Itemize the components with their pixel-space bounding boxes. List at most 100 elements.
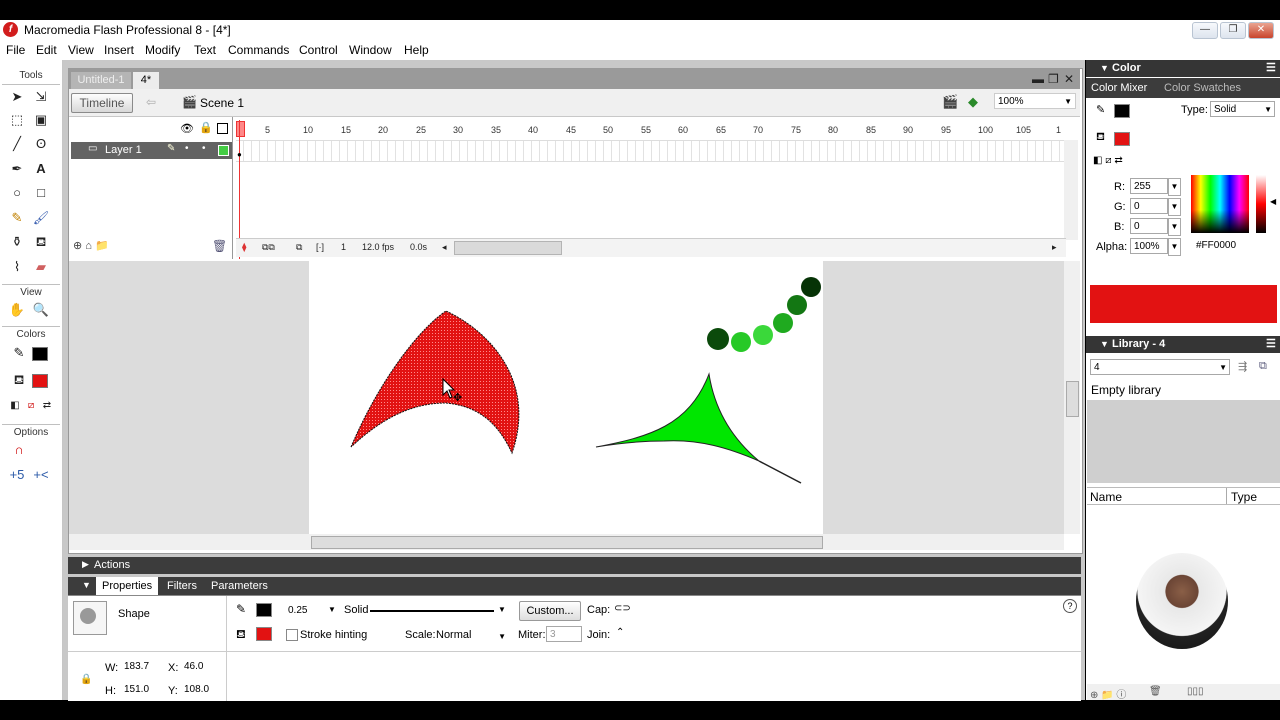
stroke-style-select[interactable]: Solid ▼ xyxy=(344,604,508,618)
frame-track[interactable] xyxy=(236,140,1066,162)
eraser-icon[interactable]: ▰ xyxy=(32,258,50,276)
subselection-tool-icon[interactable]: ⇲ xyxy=(32,88,50,106)
gradient-dot[interactable] xyxy=(787,295,807,315)
gradient-dot[interactable] xyxy=(707,328,729,350)
pin-library-icon[interactable]: ⇶ xyxy=(1238,360,1247,373)
tab-untitled-1[interactable]: Untitled-1 xyxy=(71,72,131,89)
line-tool-icon[interactable]: ╱ xyxy=(8,135,26,153)
gradient-dot[interactable] xyxy=(773,313,793,333)
gradient-dot[interactable] xyxy=(731,332,751,352)
actions-panel-header[interactable]: ▶ Actions xyxy=(68,557,1081,574)
straighten-icon[interactable]: +< xyxy=(32,466,50,484)
lasso-tool-icon[interactable]: ʘ xyxy=(32,135,50,153)
outline-icon[interactable] xyxy=(217,123,228,134)
unlocked-dot-icon[interactable]: • xyxy=(202,143,206,154)
scroll-right-icon[interactable]: ▸ xyxy=(1052,242,1057,253)
playhead-marker[interactable] xyxy=(236,121,245,137)
chevron-down-icon[interactable]: ▼ xyxy=(1168,198,1181,216)
timeline-hscroll-thumb[interactable] xyxy=(454,241,562,255)
stage-hscroll[interactable] xyxy=(69,534,1064,550)
doc-minimize-icon[interactable]: ▬ xyxy=(1032,72,1044,86)
delete-layer-icon[interactable]: 🗑 xyxy=(212,239,227,253)
maximize-button[interactable]: ❐ xyxy=(1220,22,1246,39)
chevron-down-icon[interactable]: ▼ xyxy=(328,605,336,614)
tab-filters[interactable]: Filters xyxy=(167,580,197,592)
menu-window[interactable]: Window xyxy=(349,43,392,57)
custom-button[interactable]: Custom... xyxy=(519,601,581,621)
tab-color-swatches[interactable]: Color Swatches xyxy=(1164,82,1241,94)
menu-commands[interactable]: Commands xyxy=(228,43,289,57)
color-tool-icons[interactable]: ◧ ⧄ ⇄ xyxy=(1093,155,1123,166)
menu-modify[interactable]: Modify xyxy=(145,43,180,57)
show-hide-eye-icon[interactable]: 👁 xyxy=(180,122,194,135)
alpha-field[interactable]: 100% xyxy=(1130,238,1168,254)
menu-insert[interactable]: Insert xyxy=(104,43,134,57)
stroke-height-field[interactable]: 0.25 xyxy=(284,602,332,618)
gradient-dot[interactable] xyxy=(801,277,821,297)
insert-layer-icon[interactable]: ⊕ ⌂ 📁 xyxy=(73,239,109,252)
stroke-color-swatch[interactable] xyxy=(1114,104,1130,118)
stage-vscroll-thumb[interactable] xyxy=(1066,381,1079,417)
green-curved-triangle-shape[interactable] xyxy=(595,372,760,462)
g-field[interactable]: 0 xyxy=(1130,198,1168,214)
library-select[interactable]: 4 ▼ xyxy=(1090,359,1230,375)
snap-magnet-icon[interactable]: ∩ xyxy=(10,441,28,459)
eyedropper-icon[interactable]: ⌇ xyxy=(8,258,26,276)
new-library-panel-icon[interactable]: ⧉ xyxy=(1259,360,1267,373)
timeline-vscroll[interactable] xyxy=(1064,140,1078,240)
paint-bucket-icon[interactable]: ⛾ xyxy=(32,233,50,251)
menu-control[interactable]: Control xyxy=(299,43,338,57)
timeline-toggle-button[interactable]: Timeline xyxy=(71,93,133,113)
gradient-dot[interactable] xyxy=(753,325,773,345)
library-panel-header[interactable]: ▼ Library - 4 ☰ xyxy=(1086,336,1280,353)
zoom-select[interactable]: 100% ▼ xyxy=(994,93,1076,109)
tab-4[interactable]: 4* xyxy=(133,72,159,89)
collapse-arrow-icon[interactable]: ▼ xyxy=(82,580,91,590)
fill-color-swatch[interactable] xyxy=(32,374,48,388)
miter-field[interactable]: 3 xyxy=(546,626,582,642)
stage-hscroll-thumb[interactable] xyxy=(311,536,823,549)
selection-tool-icon[interactable]: ➤ xyxy=(8,88,26,106)
hand-tool-icon[interactable]: ✋ xyxy=(8,301,26,319)
visible-dot-icon[interactable]: • xyxy=(185,143,189,154)
color-panel-header[interactable]: ▼ Color ☰ xyxy=(1086,60,1280,77)
scroll-left-icon[interactable]: ◂ xyxy=(442,242,447,253)
panel-options-icon[interactable]: ☰ xyxy=(1266,61,1276,74)
edit-scene-icon[interactable]: 🎬 xyxy=(942,94,958,110)
x-field[interactable]: 46.0 xyxy=(180,658,222,674)
brush-tool-icon[interactable]: 🖌 xyxy=(32,209,50,227)
tab-parameters[interactable]: Parameters xyxy=(211,580,268,592)
edit-symbols-icon[interactable]: ◆ xyxy=(968,94,978,110)
join-select-icon[interactable]: ⌃ xyxy=(616,627,624,638)
tab-color-mixer[interactable]: Color Mixer xyxy=(1091,82,1147,94)
stroke-hinting-checkbox[interactable] xyxy=(286,629,298,641)
menu-view[interactable]: View xyxy=(68,43,94,57)
menu-file[interactable]: File xyxy=(6,43,25,57)
y-field[interactable]: 108.0 xyxy=(180,681,222,697)
back-arrow-icon[interactable]: ⇦ xyxy=(146,95,156,109)
delete-item-icon[interactable]: 🗑 xyxy=(1149,686,1162,697)
column-type[interactable]: Type xyxy=(1231,490,1257,504)
minimize-button[interactable]: — xyxy=(1192,22,1218,39)
fill-transform-icon[interactable]: ▣ xyxy=(32,111,50,129)
menu-help[interactable]: Help xyxy=(404,43,429,57)
close-button[interactable]: ✕ xyxy=(1248,22,1274,39)
swap-colors-icon[interactable]: ⇄ xyxy=(38,397,56,415)
smooth-icon[interactable]: +5 xyxy=(8,466,26,484)
fill-color-swatch[interactable] xyxy=(1114,132,1130,146)
library-scroll-thumb[interactable]: ▯▯▯ xyxy=(1187,686,1204,697)
height-field[interactable]: 151.0 xyxy=(120,681,162,697)
chevron-down-icon[interactable]: ▼ xyxy=(1168,178,1181,196)
free-transform-icon[interactable]: ⬚ xyxy=(8,111,26,129)
onion-outline-icon[interactable]: ⧉ xyxy=(296,242,302,253)
lock-proportions-icon[interactable]: 🔒 xyxy=(80,674,92,685)
stage-vscroll[interactable] xyxy=(1064,261,1080,534)
oval-tool-icon[interactable]: ○ xyxy=(8,184,26,202)
cap-select-icon[interactable]: ⊂⊃ xyxy=(614,603,631,614)
type-select[interactable]: Solid ▼ xyxy=(1210,101,1275,117)
color-spectrum[interactable] xyxy=(1191,175,1249,233)
doc-restore-icon[interactable]: ❐ xyxy=(1048,72,1059,86)
lock-icon[interactable]: 🔒 xyxy=(199,121,213,134)
zoom-tool-icon[interactable]: 🔍 xyxy=(32,301,50,319)
text-tool-icon[interactable]: A xyxy=(32,160,50,178)
